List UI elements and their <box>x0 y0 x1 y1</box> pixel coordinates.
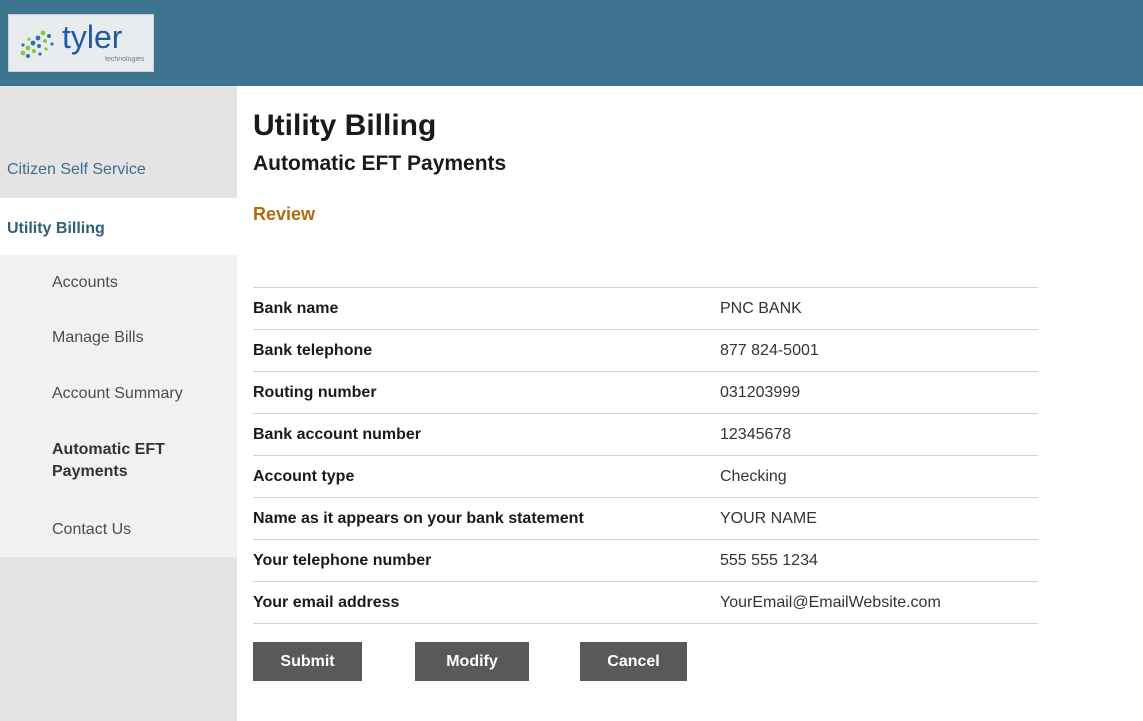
row-label: Routing number <box>253 384 377 401</box>
sidebar-item-manage-bills[interactable]: Manage Bills <box>52 329 144 347</box>
sidebar-section-label: Utility Billing <box>7 220 105 237</box>
table-row: Account type Checking <box>253 456 1038 498</box>
sidebar-item-account-summary[interactable]: Account Summary <box>52 385 183 403</box>
table-row: Your email address YourEmail@EmailWebsit… <box>253 582 1038 624</box>
sidebar-item-accounts[interactable]: Accounts <box>52 274 118 292</box>
sidebar-bottom <box>0 557 237 721</box>
row-value: 877 824-5001 <box>720 342 819 359</box>
sidebar-nav: Citizen Self Service Utility Billing Acc… <box>0 86 237 721</box>
row-label: Bank telephone <box>253 342 373 359</box>
row-value: Checking <box>720 468 787 485</box>
row-value: 12345678 <box>720 426 792 443</box>
logo-dots-icon <box>20 30 54 58</box>
table-row: Bank telephone 877 824-5001 <box>253 330 1038 372</box>
table-row: Name as it appears on your bank statemen… <box>253 498 1038 540</box>
row-value: YourEmail@EmailWebsite.com <box>720 594 941 611</box>
row-label: Bank account number <box>253 426 422 443</box>
table-row: Routing number 031203999 <box>253 372 1038 414</box>
modify-button[interactable]: Modify <box>415 642 529 681</box>
sidebar-section-utility-billing[interactable]: Utility Billing <box>0 198 237 255</box>
table-row: Bank account number 12345678 <box>253 414 1038 456</box>
table-row: Bank name PNC BANK <box>253 288 1038 330</box>
page-subtitle: Automatic EFT Payments <box>253 152 507 175</box>
row-value: PNC BANK <box>720 300 802 317</box>
row-value: 555 555 1234 <box>720 552 818 569</box>
main-content: Utility Billing Automatic EFT Payments R… <box>237 86 1143 721</box>
row-label: Your email address <box>253 594 400 611</box>
sidebar-item-contact-us[interactable]: Contact Us <box>52 521 131 539</box>
top-header: tyler technologies <box>0 0 1143 86</box>
submit-button[interactable]: Submit <box>253 642 362 681</box>
row-label: Bank name <box>253 300 339 317</box>
sidebar-link-citizen-self-service[interactable]: Citizen Self Service <box>7 161 146 179</box>
row-value: YOUR NAME <box>720 510 817 527</box>
row-label: Account type <box>253 468 355 485</box>
review-table: Bank name PNC BANK Bank telephone 877 82… <box>253 287 1038 624</box>
logo-subtext: technologies <box>105 56 145 63</box>
sidebar-item-automatic-eft-payments[interactable]: Automatic EFT Payments <box>52 439 202 483</box>
step-heading: Review <box>253 204 316 224</box>
cancel-button[interactable]: Cancel <box>580 642 687 681</box>
row-label: Name as it appears on your bank statemen… <box>253 510 584 527</box>
row-label: Your telephone number <box>253 552 432 569</box>
tyler-logo[interactable]: tyler technologies <box>8 14 154 72</box>
logo-wordmark: tyler <box>62 19 123 55</box>
sidebar-submenu: Accounts Manage Bills Account Summary Au… <box>0 255 237 557</box>
sidebar-top: Citizen Self Service <box>0 86 237 198</box>
page-title: Utility Billing <box>253 109 437 142</box>
row-value: 031203999 <box>720 384 801 401</box>
table-row: Your telephone number 555 555 1234 <box>253 540 1038 582</box>
